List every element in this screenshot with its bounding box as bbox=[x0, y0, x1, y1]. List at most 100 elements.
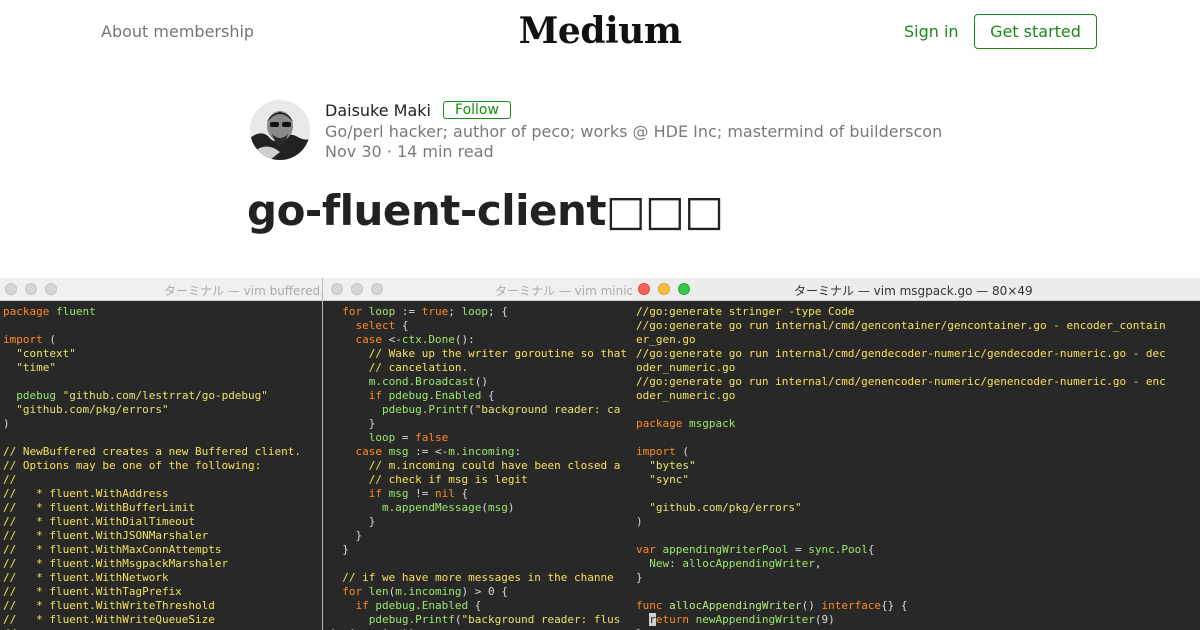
code-line: "bytes" bbox=[636, 459, 1200, 473]
code-line: m.appendMessage(msg) bbox=[329, 501, 633, 515]
code-token: sync.Pool bbox=[808, 543, 868, 556]
code-token: { bbox=[395, 319, 409, 332]
close-dot-icon[interactable] bbox=[638, 283, 650, 295]
code-line: "sync" bbox=[636, 473, 1200, 487]
code-token: pdebug.Printf bbox=[381, 403, 469, 416]
code-token: msg bbox=[388, 487, 409, 500]
code-token: } bbox=[329, 529, 363, 542]
code-token: pdebug.Enabled bbox=[388, 389, 482, 402]
code-line: for len(m.incoming) > 0 { bbox=[329, 585, 633, 599]
code-token: loop bbox=[368, 431, 396, 444]
code-area[interactable]: for loop := true; loop; { select { case … bbox=[323, 301, 633, 630]
close-dot-icon[interactable] bbox=[5, 283, 17, 295]
code-token: case bbox=[355, 445, 383, 458]
code-token: <- bbox=[382, 333, 402, 346]
code-line: // check if msg is legit bbox=[329, 473, 633, 487]
code-token: () bbox=[801, 599, 822, 612]
close-dot-icon[interactable] bbox=[331, 283, 343, 295]
code-token: case bbox=[355, 333, 383, 346]
code-line: oder_numeric.go bbox=[636, 389, 1200, 403]
terminal-window-msgpack: ターミナル — vim msgpack.go — 80×49 //go:gene… bbox=[632, 278, 1200, 630]
code-token: allocAppendingWriter bbox=[682, 557, 815, 570]
zoom-dot-icon[interactable] bbox=[371, 283, 383, 295]
code-token: // NewBuffered creates a new Buffered cl… bbox=[3, 445, 302, 458]
author-avatar[interactable] bbox=[250, 100, 310, 160]
code-token: "github.com/pkg/errors" bbox=[16, 403, 169, 416]
code-line: //go:generate go run internal/cmd/gendec… bbox=[636, 347, 1200, 361]
code-line: pdebug.Printf("background reader: flus bbox=[329, 613, 633, 627]
code-token: { bbox=[468, 599, 482, 612]
minimize-dot-icon[interactable] bbox=[351, 283, 363, 295]
zoom-dot-icon[interactable] bbox=[45, 283, 57, 295]
code-line: loop = false bbox=[329, 431, 633, 445]
code-token: m.incoming bbox=[395, 585, 462, 598]
code-token: //go:generate stringer -type Code bbox=[636, 305, 855, 318]
code-token: { bbox=[454, 487, 469, 500]
code-token: ; { bbox=[488, 305, 508, 318]
code-token: var bbox=[636, 543, 656, 556]
code-line: // Wake up the writer goroutine so that bbox=[329, 347, 633, 361]
code-token: "github.com/lestrrat/go-pdebug" bbox=[62, 389, 268, 402]
article-title: go-fluent-client□□□ bbox=[247, 186, 724, 235]
terminal-title: ターミナル — vim minion bbox=[495, 284, 633, 298]
terminal-title: ターミナル — vim buffered. bbox=[164, 284, 322, 298]
get-started-button[interactable]: Get started bbox=[974, 14, 1097, 49]
code-token: (): bbox=[454, 333, 475, 346]
code-line: ) bbox=[3, 417, 322, 431]
code-token: ) > 0 { bbox=[461, 585, 508, 598]
code-token: oder_numeric.go bbox=[636, 361, 736, 374]
code-token: ( bbox=[468, 403, 475, 416]
author-bio: Go/perl hacker; author of peco; works @ … bbox=[325, 122, 943, 141]
code-token: := <- bbox=[408, 445, 449, 458]
code-token: newAppendingWriter bbox=[695, 613, 815, 626]
code-token: // * fluent.WithWriteThreshold bbox=[3, 599, 215, 612]
code-token: = bbox=[788, 543, 809, 556]
code-area[interactable]: package fluent import ( "context" "time" … bbox=[0, 301, 322, 630]
code-token: // * fluent.WithNetwork bbox=[3, 571, 169, 584]
follow-button[interactable]: Follow bbox=[443, 101, 511, 119]
code-line: } bbox=[329, 515, 633, 529]
sign-in-link[interactable]: Sign in bbox=[904, 22, 959, 41]
code-line: case <-ctx.Done(): bbox=[329, 333, 633, 347]
article-hero-image: ターミナル — vim buffered. package fluent impo… bbox=[0, 278, 1200, 630]
code-line: } bbox=[329, 529, 633, 543]
author-name[interactable]: Daisuke Maki bbox=[325, 101, 431, 120]
code-token: ) bbox=[507, 501, 515, 514]
code-area[interactable]: //go:generate stringer -type Code //go:ge… bbox=[632, 301, 1200, 630]
code-token: "background reader: ca bbox=[474, 403, 621, 416]
minimize-dot-icon[interactable] bbox=[25, 283, 37, 295]
code-line: "time" bbox=[3, 361, 322, 375]
code-token: import bbox=[3, 333, 43, 346]
code-token: select bbox=[355, 319, 396, 332]
code-token: // * fluent.WithMaxConnAttempts bbox=[3, 543, 222, 556]
code-token: ; bbox=[448, 305, 462, 318]
code-token: len bbox=[368, 585, 389, 598]
code-token: func bbox=[636, 599, 663, 612]
code-token: true bbox=[421, 305, 449, 318]
code-line: // Options may be one of the following: bbox=[3, 459, 322, 473]
code-token: //go:generate go run internal/cmd/genenc… bbox=[636, 375, 1166, 388]
code-token: // Options may be one of the following: bbox=[3, 459, 262, 472]
code-line: func allocAppendingWriter() interface{} … bbox=[636, 599, 1200, 613]
minimize-dot-icon[interactable] bbox=[658, 283, 670, 295]
zoom-dot-icon[interactable] bbox=[678, 283, 690, 295]
article-title-text: go-fluent-client bbox=[247, 186, 606, 235]
code-line: if pdebug.Enabled { bbox=[329, 389, 633, 403]
post-date[interactable]: Nov 30 bbox=[325, 142, 382, 161]
code-token: // * fluent.WithTagPrefix bbox=[3, 585, 182, 598]
